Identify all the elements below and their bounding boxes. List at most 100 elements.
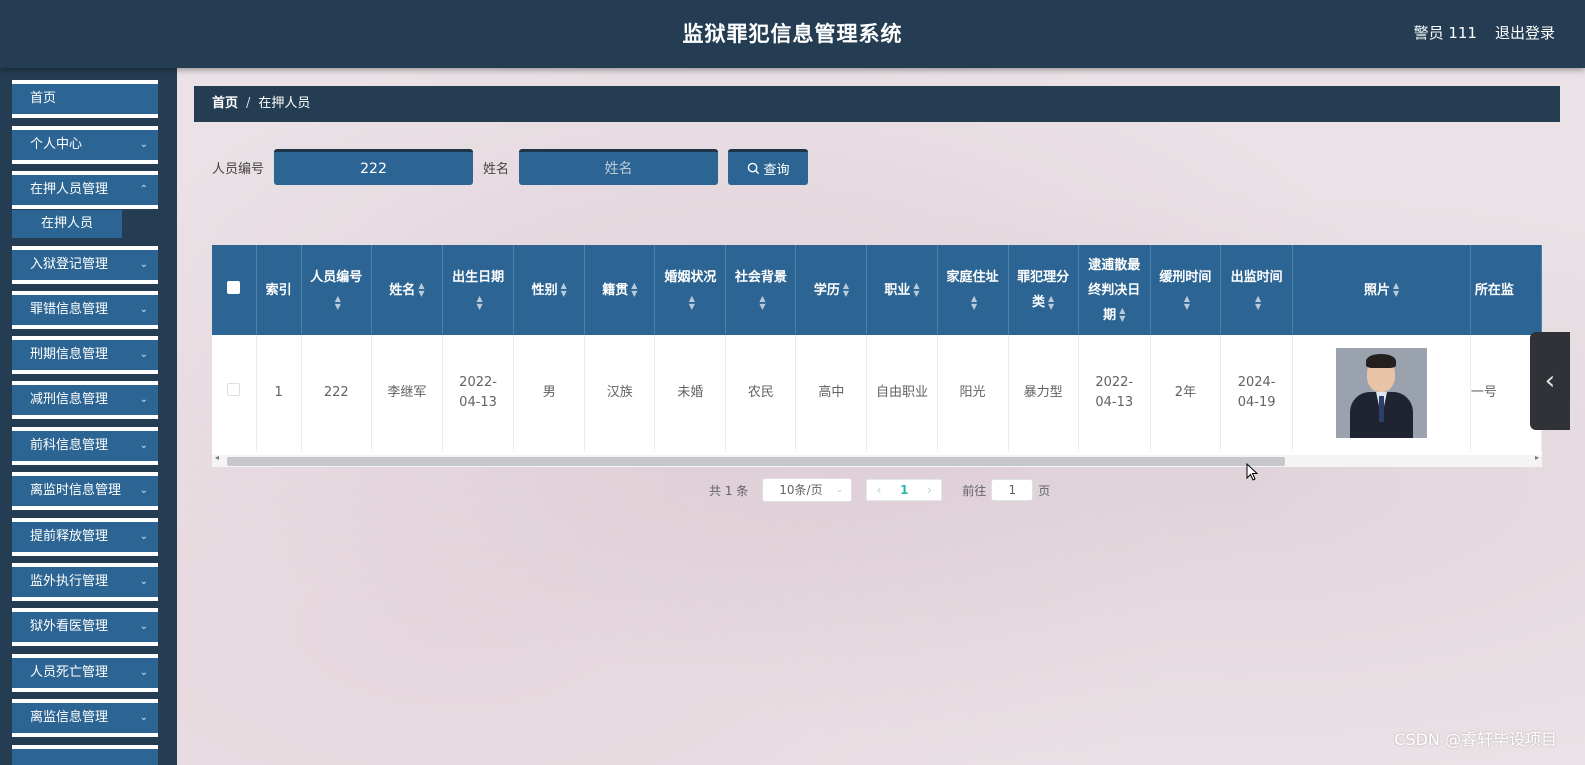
chevron-down-icon: ⌄ — [139, 667, 148, 678]
sidebar-item-label: 在押人员管理 — [30, 182, 109, 197]
table-cell: 汉族 — [584, 335, 656, 451]
column-header[interactable]: 姓名 ▲ ▼ — [371, 245, 443, 335]
sort-icon[interactable]: ▲ ▼ — [418, 282, 424, 298]
checkbox[interactable] — [227, 383, 241, 396]
sidebar-item-sentence[interactable]: 刑期信息管理 ⌄ — [12, 336, 158, 374]
sidebar-item-departure-info[interactable]: 离监时信息管理 ⌄ — [12, 472, 158, 510]
table-cell: 2年 — [1150, 335, 1221, 451]
page-suffix: 页 — [1038, 483, 1051, 498]
horizontal-scrollbar[interactable]: ◂ ▸ — [212, 453, 1542, 467]
sidebar-item-offense[interactable]: 罪错信息管理 ⌄ — [12, 291, 158, 329]
sidebar-item-prior-record[interactable]: 前科信息管理 ⌄ — [12, 427, 158, 465]
checkbox[interactable] — [227, 280, 241, 294]
logout-link[interactable]: 退出登录 — [1495, 22, 1555, 43]
scroll-left-icon[interactable]: ◂ — [215, 453, 219, 462]
breadcrumb-separator: / — [246, 96, 251, 111]
name-input[interactable] — [519, 149, 719, 185]
name-label: 姓名 — [483, 161, 510, 177]
chevron-down-icon: ⌄ — [139, 531, 148, 542]
sidebar-item-early-release[interactable]: 提前释放管理 ⌄ — [12, 518, 158, 556]
table-cell: 2022-04-13 — [442, 335, 515, 451]
sidebar-item-outside-execution[interactable]: 监外执行管理 ⌄ — [12, 563, 158, 601]
column-header[interactable]: 职业 ▲ ▼ — [866, 245, 938, 335]
sort-icon[interactable]: ▲ ▼ — [1184, 294, 1190, 311]
table-cell: 阳光 — [937, 335, 1009, 451]
sort-icon[interactable]: ▲ ▼ — [476, 294, 482, 311]
search-icon — [747, 162, 759, 175]
sidebar-item-reduction[interactable]: 减刑信息管理 ⌄ — [12, 381, 158, 419]
chevron-down-icon: ⌄ — [139, 712, 148, 723]
table-cell: 男 — [513, 335, 586, 451]
column-header[interactable]: 照片 ▲ ▼ — [1292, 245, 1471, 335]
table-cell: 暴力型 — [1008, 335, 1079, 451]
sidebar-item-death[interactable]: 人员死亡管理 ⌄ — [12, 654, 158, 692]
select-all-checkbox[interactable] — [212, 245, 257, 335]
goto-page-input[interactable] — [991, 479, 1034, 501]
sidebar-item-label: 前科信息管理 — [30, 438, 109, 453]
chevron-down-icon: ⌄ — [139, 349, 148, 360]
page-size-select[interactable]: 10条/页 ⌄ — [762, 478, 853, 502]
sidebar-item-admission[interactable]: 入狱登记管理 ⌄ — [12, 246, 158, 284]
column-header[interactable]: 社会背景 ▲ ▼ — [725, 245, 797, 335]
column-header[interactable]: 逮逋散最终判决日期 ▲ ▼ — [1078, 245, 1151, 335]
sort-icon[interactable]: ▲ ▼ — [1255, 294, 1261, 311]
page-number[interactable]: 1 — [900, 483, 908, 497]
sidebar-item-detainee-management[interactable]: 在押人员管理 ⌃ — [12, 171, 158, 209]
column-header[interactable]: 籍贯 ▲ ▼ — [584, 245, 656, 335]
column-header[interactable]: 人员编号 ▲ ▼ — [301, 245, 372, 335]
column-header[interactable]: 婚姻状况 ▲ ▼ — [654, 245, 727, 335]
row-checkbox-cell[interactable] — [212, 335, 257, 451]
sort-icon[interactable]: ▲ ▼ — [913, 282, 919, 298]
sort-icon[interactable]: ▲ ▼ — [335, 294, 341, 311]
table-cell: 农民 — [725, 335, 797, 451]
sidebar-item-home[interactable]: 首页 — [12, 80, 158, 118]
collapse-panel-button[interactable]: ‹ — [1530, 332, 1570, 430]
column-header[interactable]: 出生日期 ▲ ▼ — [442, 245, 515, 335]
chevron-down-icon: ⌄ — [139, 394, 148, 405]
sidebar-item-release-info[interactable]: 离监信息管理 ⌄ — [12, 699, 158, 737]
chevron-down-icon: ⌄ — [139, 485, 148, 496]
sidebar-item-label: 刑期信息管理 — [30, 347, 109, 362]
sort-icon[interactable]: ▲ ▼ — [1393, 282, 1399, 298]
scrollbar-thumb[interactable] — [227, 457, 1285, 466]
search-button[interactable]: 查询 — [728, 149, 809, 185]
column-header[interactable]: 家庭住址 ▲ ▼ — [937, 245, 1009, 335]
sidebar-item-label: 个人中心 — [30, 137, 83, 152]
sort-icon[interactable]: ▲ ▼ — [843, 282, 849, 298]
total-count: 共 1 条 — [709, 483, 749, 498]
column-header[interactable]: 缓刑时间 ▲ ▼ — [1150, 245, 1221, 335]
table-row: 1 222 李继军 2022-04-13 男 汉族 未婚 农民 高中 自由职业 … — [212, 335, 1542, 451]
chevron-left-icon: ‹ — [1544, 366, 1556, 396]
sidebar: 首页 个人中心 ⌄ 在押人员管理 ⌃ 在押人员 入狱登记管理 ⌄ 罪错信息管理 ⌄ 刑期… — [0, 68, 177, 765]
person-photo[interactable] — [1336, 348, 1428, 438]
column-header[interactable]: 罪犯理分类 ▲ ▼ — [1008, 245, 1079, 335]
breadcrumb-current: 在押人员 — [258, 96, 311, 111]
sort-icon[interactable]: ▲ ▼ — [971, 294, 977, 311]
header-actions: 警员 111 退出登录 — [1414, 22, 1555, 43]
sidebar-item-outside-medical[interactable]: 狱外看医管理 ⌄ — [12, 608, 158, 646]
column-header: 所在监 — [1470, 245, 1542, 335]
sort-icon[interactable]: ▲ ▼ — [1048, 294, 1054, 311]
sidebar-item-personal-center[interactable]: 个人中心 ⌄ — [12, 126, 158, 164]
prev-page-icon[interactable]: ‹ — [877, 483, 882, 497]
breadcrumb-home[interactable]: 首页 — [212, 96, 238, 111]
chevron-down-icon: ⌄ — [835, 485, 844, 495]
scroll-right-icon[interactable]: ▸ — [1535, 453, 1539, 462]
person-id-input[interactable] — [274, 149, 474, 185]
sort-icon[interactable]: ▲ ▼ — [1119, 307, 1125, 323]
column-header[interactable]: 出监时间 ▲ ▼ — [1220, 245, 1294, 335]
column-header[interactable]: 学历 ▲ ▼ — [795, 245, 868, 335]
sidebar-item-more[interactable] — [12, 745, 158, 765]
chevron-down-icon: ⌄ — [139, 576, 148, 587]
sort-icon[interactable]: ▲ ▼ — [631, 282, 637, 298]
next-page-icon[interactable]: › — [927, 483, 932, 497]
sidebar-subitem-detainees[interactable]: 在押人员 — [12, 210, 122, 238]
photo-cell — [1292, 335, 1471, 451]
sort-icon[interactable]: ▲ ▼ — [759, 294, 765, 311]
sort-icon[interactable]: ▲ ▼ — [689, 294, 695, 311]
top-header: 监狱罪犯信息管理系统 警员 111 退出登录 — [0, 0, 1585, 68]
sort-icon[interactable]: ▲ ▼ — [561, 282, 567, 298]
main-content: 首页/在押人员 人员编号 姓名 查询 索引 人员编号▲▼ 姓名▲▼ 出生日期▲▼ — [177, 68, 1585, 765]
column-header[interactable]: 性别 ▲ ▼ — [513, 245, 586, 335]
sidebar-item-label: 减刑信息管理 — [30, 392, 109, 407]
